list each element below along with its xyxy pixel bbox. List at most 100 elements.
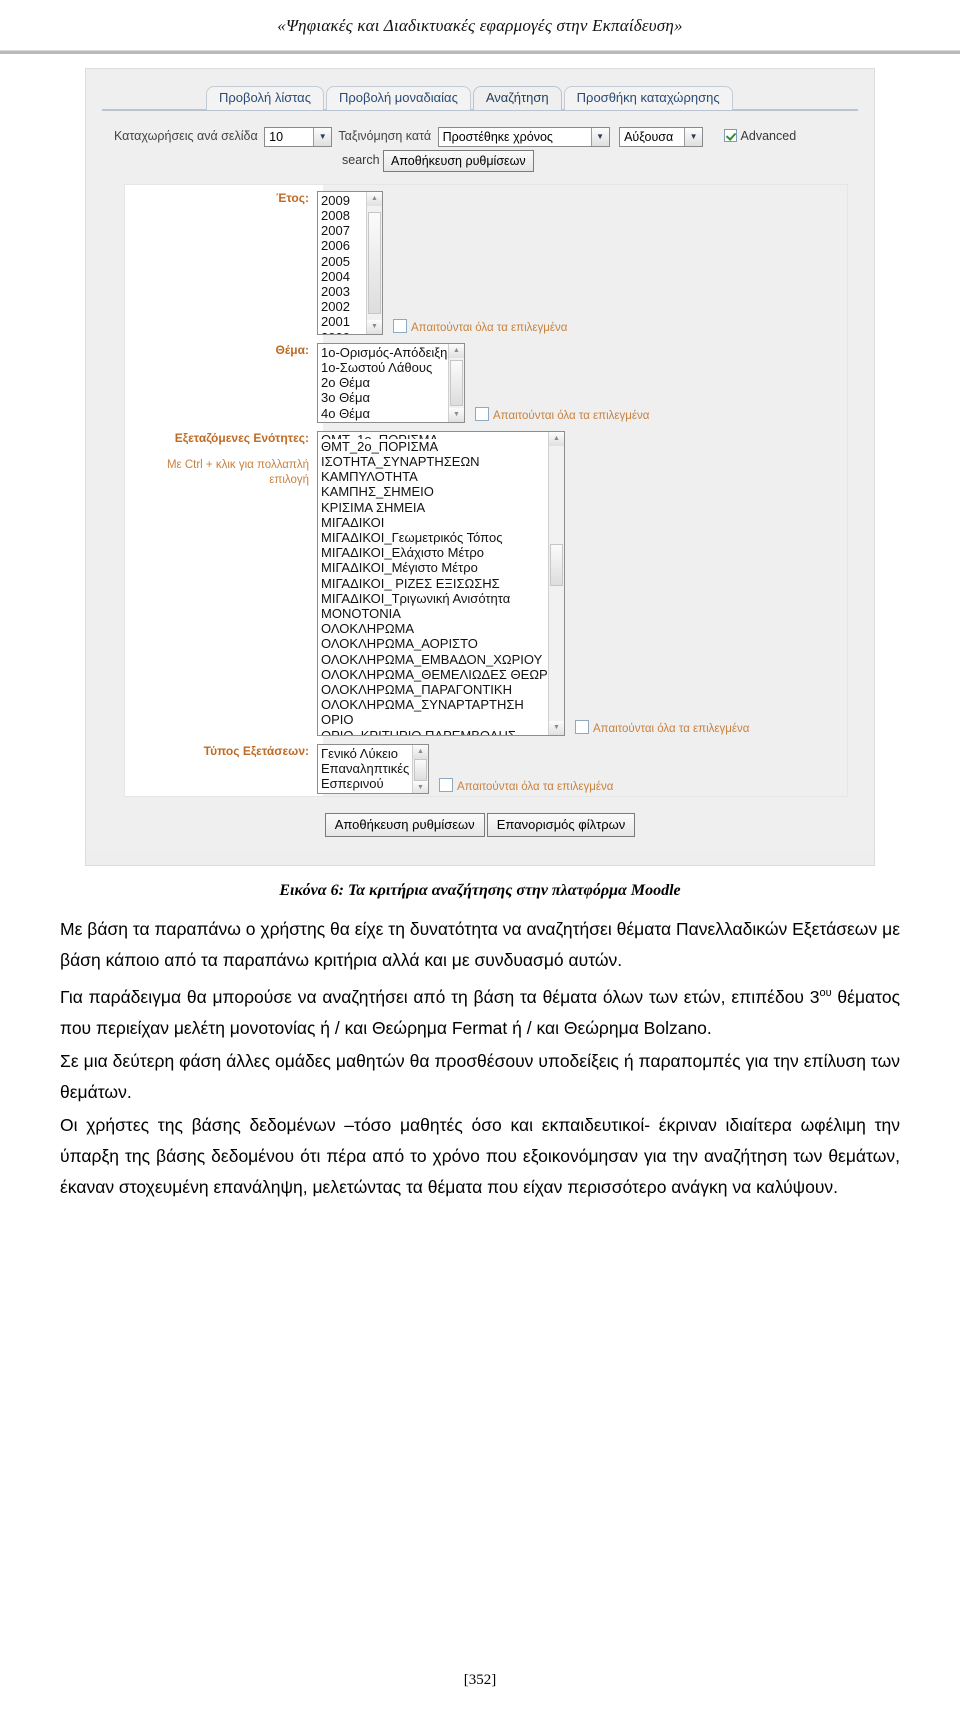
theme-scrollbar[interactable]: ▲ ▼ (448, 343, 464, 422)
theme-require-all[interactable]: Απαιτούνται όλα τα επιλεγμένα (475, 406, 650, 423)
list-item[interactable]: ΜΙΓΑΔΙΚΟΙ (321, 515, 548, 530)
scroll-up-icon[interactable]: ▲ (549, 431, 564, 446)
page-number: [352] (463, 1672, 497, 1688)
checkbox-icon[interactable] (393, 318, 407, 333)
list-item[interactable]: 2000 (321, 330, 366, 334)
units-scrollbar[interactable]: ▲ ▼ (548, 431, 564, 735)
list-item[interactable]: ΜΙΓΑΔΙΚΟΙ_Ελάχιστο Μέτρο (321, 545, 548, 560)
checkbox-icon[interactable] (439, 777, 453, 792)
paragraph-2-part-a: Για παράδειγμα θα μπορούσε να αναζητήσει… (60, 986, 820, 1007)
list-item[interactable]: ΟΛΟΚΛΗΡΩΜΑ_ΣΥΝΑΡΤΑΡΤΗΣΗ (321, 697, 548, 712)
panel-action-buttons: Αποθήκευση ρυθμίσεων Επανορισμός φίλτρων (102, 797, 858, 847)
require-all-label: Απαιτούνται όλα τα επιλεγμένα (411, 321, 568, 334)
paragraph-2: Για παράδειγμα θα μπορούσε να αναζητήσει… (60, 978, 900, 1044)
list-item[interactable]: 2009 (321, 193, 366, 208)
chevron-down-icon: ▼ (684, 127, 703, 146)
field-row-theme: Θέμα: 1o-Ορισμός-Απόδειξη 1o-Σωστού Λάθο… (125, 337, 847, 425)
list-item[interactable]: 2008 (321, 208, 366, 223)
list-item[interactable]: ΜΙΓΑΔΙΚΟΙ_ ΡΙΖΕΣ ΕΞΙΣΩΣΗΣ (321, 576, 548, 591)
list-item[interactable]: ΟΛΟΚΛΗΡΩΜΑ_ΠΑΡΑΓΟΝΤΙΚΗ (321, 682, 548, 697)
list-item[interactable]: Επαναληπτικές (321, 761, 412, 776)
list-item[interactable]: 2003 (321, 284, 366, 299)
require-all-label: Απαιτούνται όλα τα επιλεγμένα (493, 409, 650, 422)
scroll-up-icon[interactable]: ▲ (367, 191, 382, 206)
scrollbar-thumb[interactable] (450, 359, 463, 406)
per-page-select[interactable]: 10 ▼ (264, 126, 333, 147)
year-options: 2009 2008 2007 2006 2005 2004 2003 2002 … (318, 192, 366, 334)
sort-direction-value: Αύξουσα (624, 129, 674, 144)
checkbox-icon[interactable] (475, 406, 489, 421)
list-item[interactable]: Γενικό Λύκειο (321, 746, 412, 761)
body-text: Με βάση τα παραπάνω ο χρήστης θα είχε τη… (60, 914, 900, 1203)
sort-by-value: Προστέθηκε χρόνος (442, 129, 553, 144)
scrollbar-thumb[interactable] (414, 758, 427, 781)
tab-bar: Προβολή λίστας Προβολή μοναδιαίας Αναζήτ… (102, 81, 858, 111)
list-item[interactable]: ΟΡΙΟ (321, 712, 548, 727)
units-require-all[interactable]: Απαιτούνται όλα τα επιλεγμένα (575, 719, 749, 736)
list-item[interactable]: ΟΛΟΚΛΗΡΩΜΑ_ΑΟΡΙΣΤΟ (321, 636, 548, 651)
units-label: Εξεταζόμενες Ενότητες: Με Ctrl + κλικ γι… (125, 431, 317, 488)
tab-list-view[interactable]: Προβολή λίστας (206, 85, 324, 110)
list-item[interactable]: 2005 (321, 254, 366, 269)
list-item[interactable]: 3ο Θέμα (321, 390, 448, 405)
units-listbox[interactable]: ΘΜΤ_1ο_ΠΟΡΙΣΜΑ ΘΜΤ_2ο_ΠΟΡΙΣΜΑ ΙΣΟΤΗΤΑ_ΣΥ… (317, 430, 565, 736)
field-row-units: Εξεταζόμενες Ενότητες: Με Ctrl + κλικ γι… (125, 425, 847, 738)
scroll-up-icon[interactable]: ▲ (449, 343, 464, 358)
header-divider (0, 50, 960, 54)
year-require-all[interactable]: Απαιτούνται όλα τα επιλεγμένα (393, 318, 568, 335)
list-item[interactable]: ΚΑΜΠΗΣ_ΣΗΜΕΙΟ (321, 484, 548, 499)
checkbox-icon[interactable] (575, 719, 589, 734)
year-scrollbar[interactable]: ▲ ▼ (366, 191, 382, 334)
per-page-value: 10 (269, 129, 284, 144)
save-settings-button[interactable]: Αποθήκευση ρυθμίσεων (324, 812, 485, 837)
year-listbox[interactable]: 2009 2008 2007 2006 2005 2004 2003 2002 … (317, 190, 383, 335)
list-item[interactable]: ΜΙΓΑΔΙΚΟΙ_Γεωμετρικός Τόπος (321, 530, 548, 545)
tab-search[interactable]: Αναζήτηση (472, 85, 562, 110)
list-item[interactable]: 4ο Θέμα (321, 406, 448, 421)
list-item[interactable]: ΚΑΜΠΥΛΟΤΗΤΑ (321, 469, 548, 484)
scrollbar-thumb[interactable] (368, 211, 381, 314)
list-item[interactable]: ΜΟΝΟΤΟΝΙΑ (321, 606, 548, 621)
scroll-down-icon[interactable]: ▼ (367, 319, 382, 334)
search-control-bar: Καταχωρήσεις ανά σελίδα 10 ▼ Ταξινόμηση … (102, 111, 858, 174)
list-item[interactable]: ΟΛΟΚΛΗΡΩΜΑ_ΕΜΒΑΔΟΝ_ΧΩΡΙΟΥ (321, 652, 548, 667)
list-item[interactable]: ΘΜΤ_2ο_ΠΟΡΙΣΜΑ (321, 439, 548, 454)
advanced-search-checkbox[interactable] (723, 129, 737, 142)
scroll-down-icon[interactable]: ▼ (549, 720, 564, 735)
units-options: ΘΜΤ_1ο_ΠΟΡΙΣΜΑ ΘΜΤ_2ο_ΠΟΡΙΣΜΑ ΙΣΟΤΗΤΑ_ΣΥ… (318, 432, 548, 735)
list-item[interactable]: 1o-Σωστού Λάθους (321, 360, 448, 375)
list-item[interactable]: ΘΜΤ_1ο_ΠΟΡΙΣΜΑ (321, 432, 548, 439)
reset-filters-button[interactable]: Επανορισμός φίλτρων (486, 812, 636, 837)
list-item[interactable]: 2ο Θέμα (321, 375, 448, 390)
paragraph-4: Οι χρήστες της βάσης δεδομένων –τόσο μαθ… (60, 1114, 900, 1197)
list-item[interactable]: ΟΛΟΚΛΗΡΩΜΑ_ΘΕΜΕΛΙΩΔΕΣ ΘΕΩΡΗΜΑ (321, 667, 548, 682)
tab-add-entry[interactable]: Προσθήκη καταχώρησης (563, 85, 733, 110)
exam-type-require-all[interactable]: Απαιτούνται όλα τα επιλεγμένα (439, 777, 613, 794)
theme-listbox[interactable]: 1o-Ορισμός-Απόδειξη 1o-Σωστού Λάθους 2ο … (317, 342, 465, 423)
list-item[interactable]: ΙΣΟΤΗΤΑ_ΣΥΝΑΡΤΗΣΕΩΝ (321, 454, 548, 469)
scroll-down-icon[interactable]: ▼ (413, 780, 428, 793)
list-item[interactable]: ΟΡΙΟ_ΚΡΙΤΗΡΙΟ ΠΑΡΕΜΒΟΛΗΣ (321, 728, 548, 735)
list-item[interactable]: 2006 (321, 238, 366, 253)
tab-single-view[interactable]: Προβολή μοναδιαίας (325, 85, 471, 110)
list-item[interactable]: ΜΙΓΑΔΙΚΟΙ_Τριγωνική Ανισότητα (321, 591, 548, 606)
exam-type-scrollbar[interactable]: ▲ ▼ (412, 744, 428, 793)
scroll-down-icon[interactable]: ▼ (449, 407, 464, 422)
scrollbar-thumb[interactable] (550, 543, 563, 586)
list-item[interactable]: 1o-Ορισμός-Απόδειξη (321, 345, 448, 360)
list-item[interactable]: 2004 (321, 269, 366, 284)
list-item[interactable]: ΚΡΙΣΙΜΑ ΣΗΜΕΙΑ (321, 500, 548, 515)
exam-type-listbox[interactable]: Γενικό Λύκειο Επαναληπτικές Εσπερινού ▲ … (317, 743, 429, 794)
list-item[interactable]: Εσπερινού (321, 776, 412, 791)
list-item[interactable]: 2001 (321, 314, 366, 329)
paragraph-2-superscript: ου (819, 986, 832, 999)
sort-by-select[interactable]: Προστέθηκε χρόνος ▼ (437, 126, 610, 147)
save-settings-button-top[interactable]: Αποθήκευση ρυθμίσεων (383, 149, 534, 172)
scroll-up-icon[interactable]: ▲ (413, 744, 428, 759)
list-item[interactable]: ΜΙΓΑΔΙΚΟΙ_Μέγιστο Μέτρο (321, 560, 548, 575)
list-item[interactable]: 2002 (321, 299, 366, 314)
list-item[interactable]: 2007 (321, 223, 366, 238)
list-item[interactable]: ΟΛΟΚΛΗΡΩΜΑ (321, 621, 548, 636)
sort-direction-select[interactable]: Αύξουσα ▼ (619, 126, 704, 147)
chevron-down-icon: ▼ (313, 127, 332, 146)
